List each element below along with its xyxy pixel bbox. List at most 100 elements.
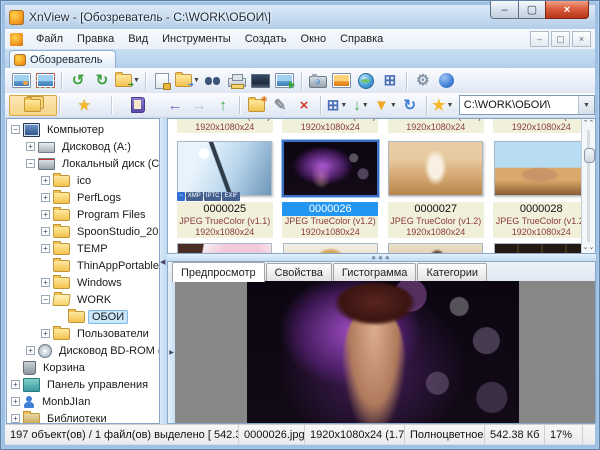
favorites-star-button[interactable]: ★▼ (432, 94, 454, 116)
edit-button[interactable]: ✎ (269, 94, 291, 116)
thumbnail-cell-partial[interactable] (384, 243, 488, 254)
thumbnail-cell-partial[interactable]: JPEG TrueColor (v1.2)1920x1080x24 (173, 119, 277, 136)
view-mode-button[interactable]: ⊞▼ (326, 94, 348, 116)
thumbnail-image[interactable] (177, 141, 272, 196)
settings-button[interactable]: ⚙ (412, 70, 434, 92)
presentation-button[interactable] (331, 70, 353, 92)
tree-item-10[interactable]: −WORK (7, 291, 159, 308)
slideshow-button[interactable] (274, 70, 296, 92)
path-value[interactable]: C:\WORK\ОБОИ\ (460, 99, 578, 111)
scrollbar-thumb[interactable] (584, 148, 595, 163)
new-folder-button[interactable] (245, 94, 267, 116)
capture-button[interactable] (307, 70, 329, 92)
preview-tab-3[interactable]: Категории (417, 263, 487, 281)
menu-item-3[interactable]: Инструменты (155, 31, 238, 47)
thumbnail-cell[interactable]: 0000028JPEG TrueColor (v1.2)1920x1080x24 (490, 139, 594, 238)
search-button[interactable] (202, 70, 224, 92)
print-button[interactable] (226, 70, 248, 92)
thumbnail-cell[interactable]: −XMPIPTCEXIF0000025JPEG TrueColor (v1.1)… (173, 139, 277, 238)
scroll-up-icon[interactable]: ⌃⌃ (583, 119, 595, 129)
thumbnail-image[interactable] (177, 243, 272, 254)
tree-item-0[interactable]: −Компьютер (7, 121, 159, 138)
path-dropdown-icon[interactable]: ▼ (578, 96, 594, 114)
compare-button[interactable] (250, 70, 272, 92)
web-service-button[interactable] (355, 70, 377, 92)
menu-item-2[interactable]: Вид (121, 31, 155, 47)
categories-panel-button[interactable] (114, 95, 162, 116)
favorites-panel-button[interactable] (62, 95, 110, 116)
tree-item-5[interactable]: +Program Files (7, 206, 159, 223)
rotate-left-button[interactable]: ↺ (67, 70, 89, 92)
mdi-close-button[interactable]: × (572, 31, 591, 47)
folders-panel-button[interactable] (9, 95, 57, 116)
convert-button[interactable]: ▼ (115, 70, 140, 92)
thumbnail-cell-partial[interactable]: JPEG TrueColor (v1.2)1920x1080x24 (490, 119, 594, 136)
tree-item-16[interactable]: +MonbJIan (7, 393, 159, 410)
tree-item-15[interactable]: +Панель управления (7, 376, 159, 393)
view-image-button[interactable] (10, 70, 32, 92)
tree-expander-icon[interactable]: + (41, 193, 50, 202)
tree-expander-icon[interactable]: + (41, 244, 50, 253)
thumbnail-cell-partial[interactable] (490, 243, 594, 254)
maximize-button[interactable]: ▢ (519, 1, 545, 19)
tree-item-6[interactable]: +SpoonStudio_2011 (7, 223, 159, 240)
back-button[interactable]: ← (164, 94, 186, 116)
forward-button[interactable]: → (188, 94, 210, 116)
menu-item-5[interactable]: Окно (294, 31, 334, 47)
tree-item-3[interactable]: +ico (7, 172, 159, 189)
thumbnail-image[interactable] (494, 243, 589, 254)
thumbnail-image[interactable] (494, 141, 589, 196)
menu-item-0[interactable]: Файл (29, 31, 70, 47)
filter-button[interactable]: ▼▼ (374, 94, 397, 116)
menu-item-4[interactable]: Создать (238, 31, 294, 47)
menu-item-1[interactable]: Правка (70, 31, 121, 47)
tree-expander-icon[interactable]: + (41, 329, 50, 338)
thumbnail-image[interactable] (283, 243, 378, 254)
menu-item-6[interactable]: Справка (333, 31, 390, 47)
thumbnail-cell-partial[interactable]: JPEG TrueColor (v1.2)1920x1080x24 (384, 119, 488, 136)
thumbnail-cell[interactable]: 0000026JPEG TrueColor (v1.2)1920x1080x24 (279, 139, 383, 238)
tree-item-7[interactable]: +TEMP (7, 240, 159, 257)
preview-tab-0[interactable]: Предпросмотр (172, 262, 265, 282)
tree-expander-icon[interactable]: + (41, 176, 50, 185)
path-combobox[interactable]: C:\WORK\ОБОИ\ ▼ (459, 95, 595, 115)
sort-button[interactable]: ↓▼ (350, 94, 372, 116)
rotate-right-button[interactable]: ↻ (91, 70, 113, 92)
tree-expander-icon[interactable]: + (11, 397, 20, 406)
thumbnail-cell[interactable]: 0000027JPEG TrueColor (v1.2)1920x1080x24 (384, 139, 488, 238)
tree-item-1[interactable]: +Дисковод (A:) (7, 138, 159, 155)
tree-expander-icon[interactable]: + (11, 414, 20, 423)
thumbnail-image[interactable] (388, 243, 483, 254)
tree-expander-icon[interactable]: − (26, 159, 35, 168)
thumbnail-cell-partial[interactable] (173, 243, 277, 254)
tree-expander-icon[interactable]: + (26, 142, 35, 151)
vertical-splitter[interactable]: ◀ (160, 118, 167, 424)
tree-item-8[interactable]: ThinAppPortable (7, 257, 159, 274)
tree-item-13[interactable]: +Дисковод BD-ROM (D:) (7, 342, 159, 359)
thumbnail-cell-partial[interactable] (279, 243, 383, 254)
tab-browser[interactable]: Обозреватель (9, 50, 116, 68)
mdi-restore-button[interactable]: ▢ (551, 31, 570, 47)
thumbnail-image[interactable] (282, 140, 379, 197)
tree-item-17[interactable]: +Библиотеки (7, 410, 159, 424)
tree-item-14[interactable]: Корзина (7, 359, 159, 376)
tree-expander-icon[interactable]: + (26, 346, 35, 355)
preview-tab-1[interactable]: Свойства (266, 263, 332, 281)
about-button[interactable] (436, 70, 458, 92)
tree-expander-icon[interactable]: + (41, 210, 50, 219)
mdi-child-icon[interactable] (10, 33, 23, 46)
tree-item-11[interactable]: ОБОИ (7, 308, 159, 325)
open-with-button[interactable]: ▼ (175, 70, 200, 92)
tree-expander-icon[interactable]: + (41, 227, 50, 236)
tree-item-4[interactable]: +PerfLogs (7, 189, 159, 206)
preview-image[interactable] (247, 281, 519, 423)
thumbnail-cell-partial[interactable]: JPEG TrueColor (v1.2)1920x1080x24 (279, 119, 383, 136)
up-button[interactable]: ↑ (212, 94, 234, 116)
close-button[interactable]: × (545, 1, 589, 19)
minimize-button[interactable]: – (490, 1, 519, 19)
tree-expander-icon[interactable]: − (41, 295, 50, 304)
title-bar[interactable]: XnView - [Обозреватель - C:\WORK\ОБОИ\] … (5, 5, 595, 29)
mdi-minimize-button[interactable]: – (530, 31, 549, 47)
preview-collapse-handle[interactable]: ▶ (168, 281, 175, 423)
delete-button[interactable]: × (293, 94, 315, 116)
